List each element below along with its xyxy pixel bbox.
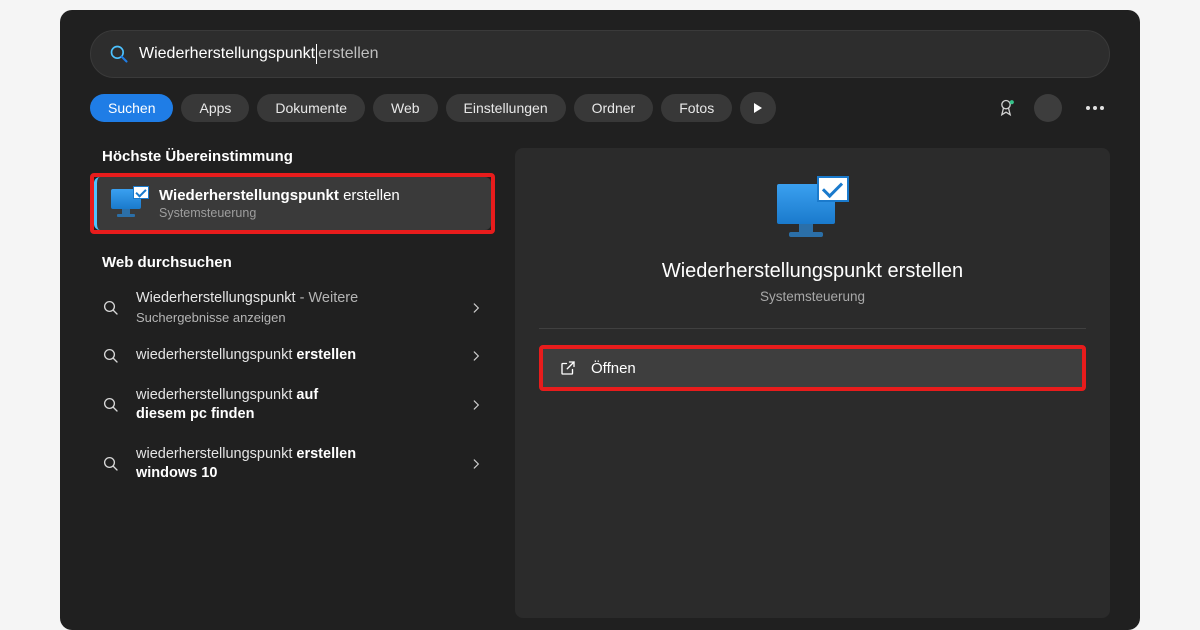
search-icon [102, 347, 120, 365]
open-button[interactable]: Öffnen [539, 345, 1086, 391]
more-menu-icon[interactable] [1080, 100, 1110, 116]
search-icon [102, 299, 120, 317]
best-match-highlight: Wiederherstellungspunkt erstellen System… [90, 173, 495, 234]
tab-settings[interactable]: Einstellungen [446, 94, 566, 122]
search-icon [102, 396, 120, 414]
search-icon [102, 455, 120, 473]
best-match-subtitle: Systemsteuerung [159, 206, 400, 220]
web-result-3[interactable]: wiederherstellungspunkt auf diesem pc fi… [90, 376, 495, 435]
restore-point-icon [111, 189, 145, 219]
tab-apps[interactable]: Apps [181, 94, 249, 122]
open-external-icon [559, 359, 577, 377]
web-result-4[interactable]: wiederherstellungspunkt erstellen window… [90, 435, 495, 494]
tab-folders[interactable]: Ordner [574, 94, 654, 122]
search-input[interactable]: Wiederherstellungspunkterstellen [139, 44, 379, 64]
search-bar[interactable]: Wiederherstellungspunkterstellen [90, 30, 1110, 78]
chevron-right-icon [469, 349, 483, 363]
web-result-2[interactable]: wiederherstellungspunkt erstellen [90, 336, 495, 376]
web-result-1[interactable]: Wiederherstellungspunkt - Weitere Sucher… [90, 279, 495, 336]
results-column: Höchste Übereinstimmung Wiederherstellun… [90, 148, 495, 630]
play-icon [754, 103, 762, 113]
open-label: Öffnen [591, 360, 636, 377]
rewards-icon[interactable] [996, 98, 1016, 118]
preview-subtitle: Systemsteuerung [539, 289, 1086, 304]
chevron-right-icon [469, 398, 483, 412]
best-match-title: Wiederherstellungspunkt erstellen [159, 187, 400, 204]
tab-photos[interactable]: Fotos [661, 94, 732, 122]
filter-tabs: Suchen Apps Dokumente Web Einstellungen … [90, 92, 1110, 124]
tab-more[interactable] [740, 92, 776, 124]
divider [539, 328, 1086, 329]
search-window: Wiederherstellungspunkterstellen Suchen … [60, 10, 1140, 630]
preview-title: Wiederherstellungspunkt erstellen [539, 260, 1086, 283]
chevron-right-icon [469, 457, 483, 471]
tab-documents[interactable]: Dokumente [257, 94, 365, 122]
preview-panel: Wiederherstellungspunkt erstellen System… [515, 148, 1110, 618]
tab-search[interactable]: Suchen [90, 94, 173, 122]
restore-point-icon [777, 176, 849, 240]
avatar[interactable] [1034, 94, 1062, 122]
best-match-header: Höchste Übereinstimmung [90, 148, 495, 165]
web-search-header: Web durchsuchen [90, 254, 495, 271]
best-match-item[interactable]: Wiederherstellungspunkt erstellen System… [94, 177, 491, 230]
search-icon [109, 44, 129, 64]
chevron-right-icon [469, 301, 483, 315]
tab-web[interactable]: Web [373, 94, 438, 122]
